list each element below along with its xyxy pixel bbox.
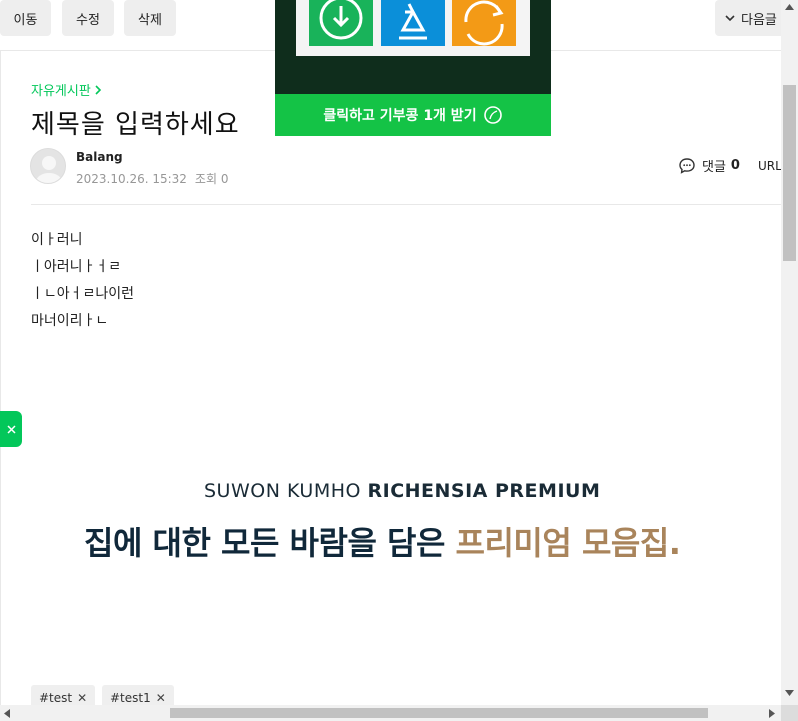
recycle-icon (381, 0, 445, 46)
tag-label: #test1 (110, 691, 151, 705)
scrollbar-corner (781, 705, 798, 721)
side-toggle-button[interactable] (0, 411, 22, 447)
post-date: 2023.10.26. 15:32 (76, 172, 187, 186)
banner-headline-accent: 프리미엄 모음집. (455, 524, 681, 562)
chevron-down-icon (725, 15, 735, 22)
ad-banner[interactable]: 클릭하고 기부콩 1개 받기 (275, 0, 551, 136)
move-button[interactable]: 이동 (0, 0, 51, 36)
post-title: 제목을 입력하세요 (31, 110, 240, 140)
comment-icon (679, 157, 695, 174)
vertical-scroll-thumb[interactable] (783, 85, 796, 261)
scroll-down-icon[interactable] (785, 690, 794, 696)
bean-icon (483, 106, 502, 124)
post-body: 이ㅏ러니 ㅣ아러니ㅏㅓㄹ ㅣㄴ아ㅓㄹ나이런 마너이리ㅏㄴ (31, 227, 134, 335)
close-icon[interactable]: ✕ (77, 691, 87, 705)
next-post-label: 다음글 (741, 12, 777, 28)
body-line: ㅣㄴ아ㅓㄹ나이런 (31, 286, 135, 302)
author-name[interactable]: Balang (76, 150, 123, 164)
comment-label: 댓글 (702, 160, 726, 175)
chevron-right-icon (95, 84, 101, 95)
board-name: 자유게시판 (31, 84, 91, 99)
body-line: 이ㅏ러니 (31, 232, 83, 248)
article-card (0, 50, 781, 710)
horizontal-scroll-thumb[interactable] (170, 708, 708, 718)
ad-cta-label: 클릭하고 기부콩 1개 받기 (323, 108, 477, 124)
comment-button[interactable]: 댓글 0 (678, 156, 740, 175)
vertical-scrollbar[interactable] (781, 0, 798, 705)
close-icon (6, 424, 16, 434)
header-divider (31, 204, 781, 205)
scroll-up-icon[interactable] (785, 4, 794, 10)
banner-headline-plain: 집에 대한 모든 바람을 담은 (84, 524, 456, 562)
close-icon[interactable]: ✕ (156, 691, 166, 705)
banner-headline: 집에 대한 모든 바람을 담은 프리미엄 모음집. (84, 518, 681, 564)
banner-subtitle-plain: SUWON KUMHO (204, 480, 368, 502)
refresh-icon (452, 0, 516, 46)
delete-button[interactable]: 삭제 (124, 0, 176, 36)
banner-subtitle: SUWON KUMHO RICHENSIA PREMIUM (204, 480, 600, 502)
horizontal-scrollbar[interactable] (0, 705, 781, 721)
comment-count: 0 (730, 158, 740, 173)
tag-label: #test (39, 691, 73, 705)
scroll-right-icon[interactable] (769, 709, 775, 718)
board-link[interactable]: 자유게시판 (31, 80, 102, 99)
view-count: 조회 0 (194, 172, 229, 186)
download-icon (309, 0, 373, 46)
body-line: ㅣ아러니ㅏㅓㄹ (31, 259, 122, 275)
ad-cta-button[interactable]: 클릭하고 기부콩 1개 받기 (275, 94, 551, 136)
avatar[interactable] (30, 148, 66, 184)
url-copy-button[interactable]: URL (758, 159, 782, 173)
body-line: 마너이리ㅏㄴ (31, 313, 109, 329)
scroll-left-icon[interactable] (4, 709, 10, 718)
edit-button[interactable]: 수정 (62, 0, 114, 36)
post-meta: 2023.10.26. 15:32 조회 0 (76, 170, 228, 187)
banner-subtitle-bold: RICHENSIA PREMIUM (367, 480, 601, 502)
